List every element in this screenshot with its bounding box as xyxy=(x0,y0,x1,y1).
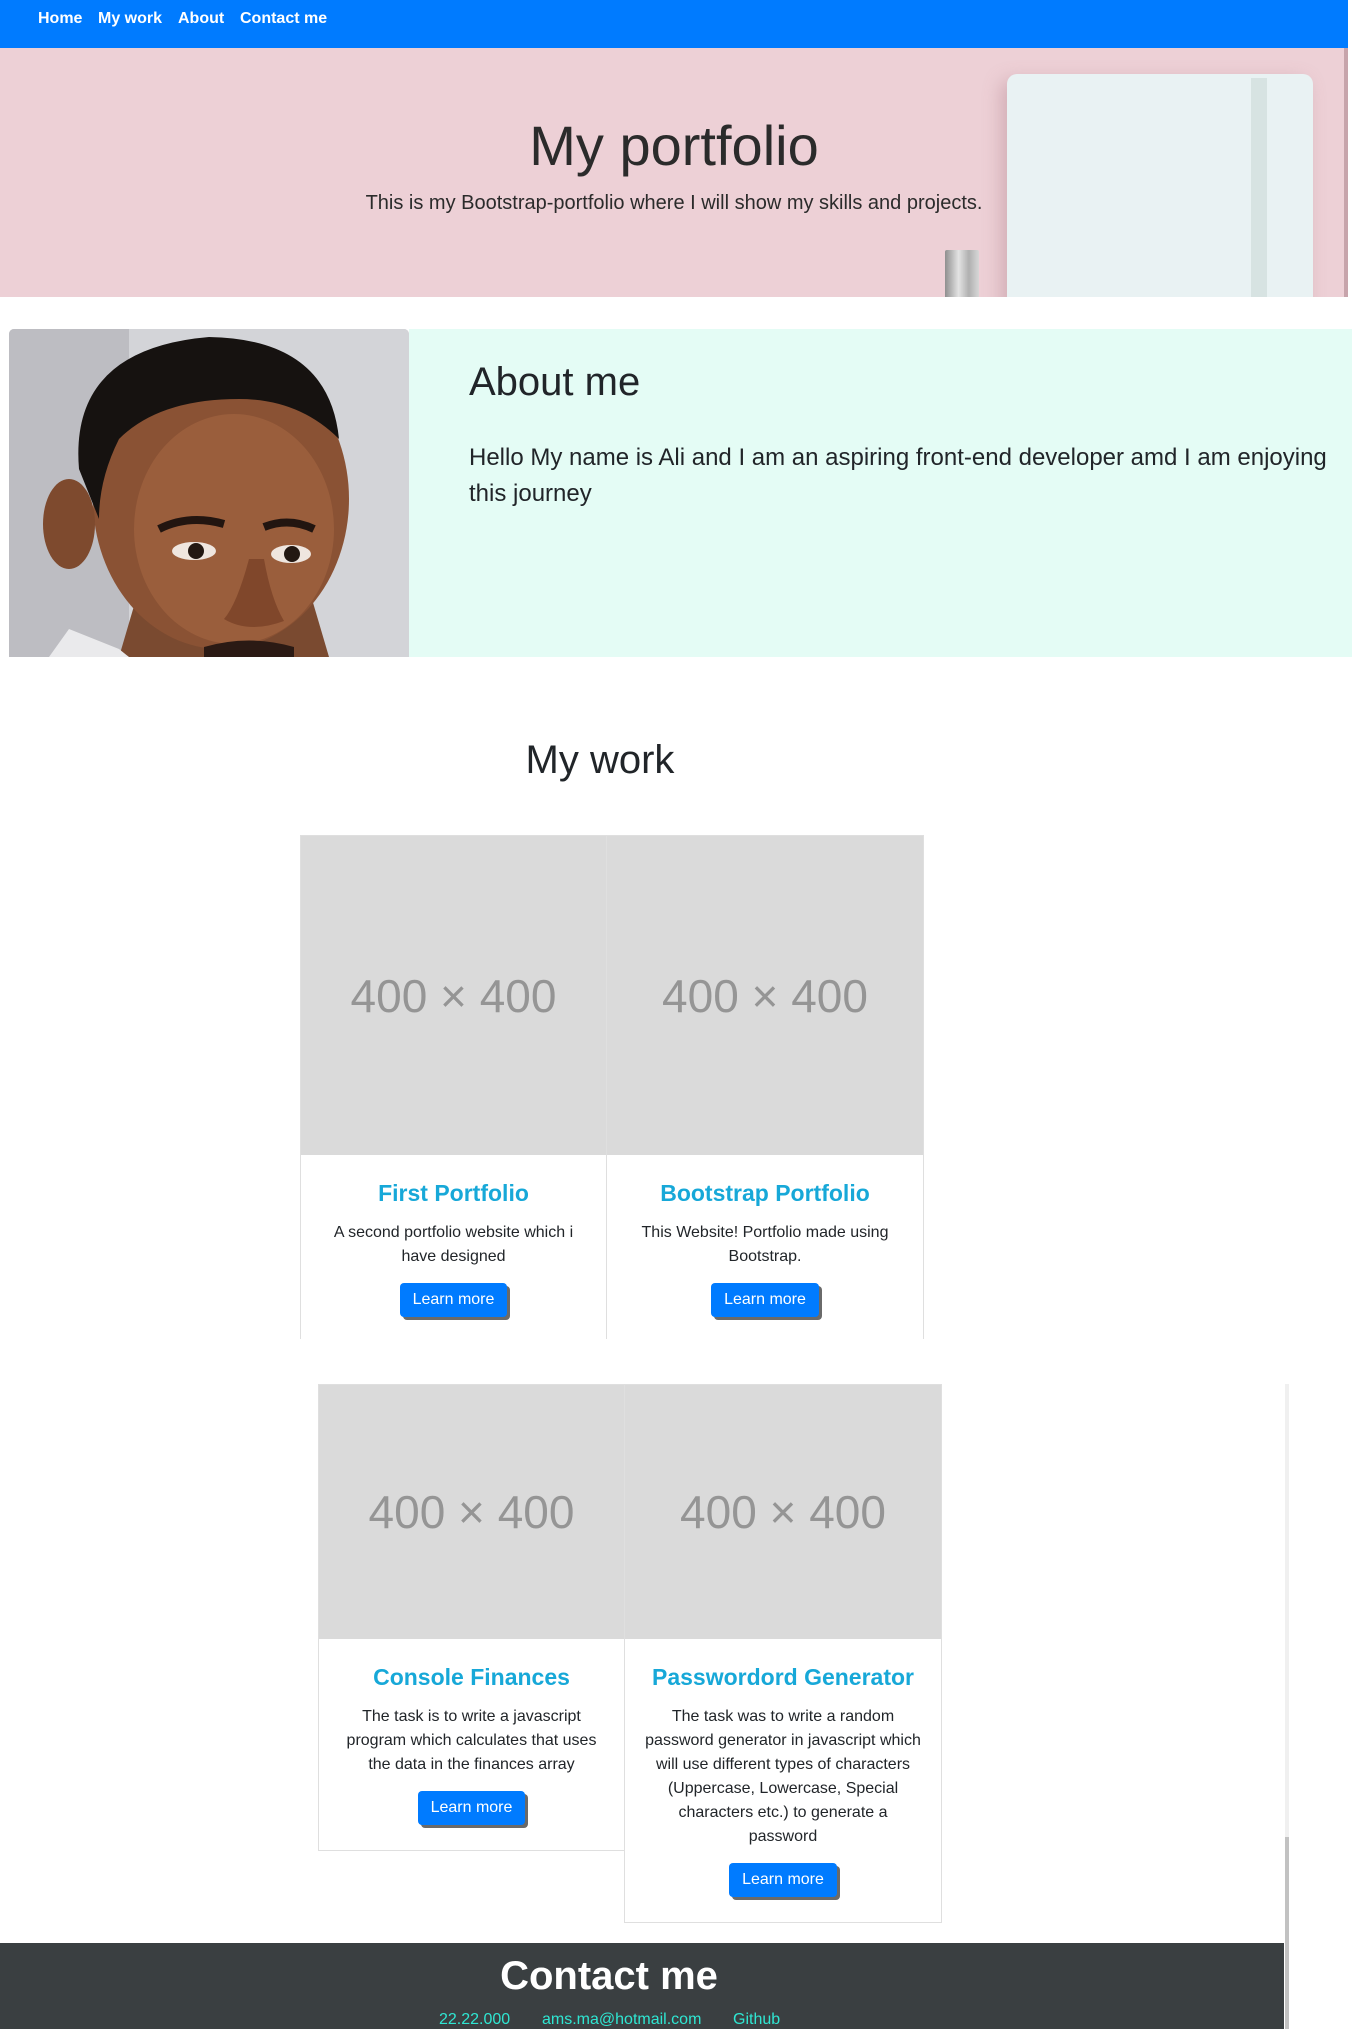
project-card: 400 × 400 Passwordord Generator The task… xyxy=(624,1384,942,1923)
learn-more-button[interactable]: Learn more xyxy=(417,1791,526,1825)
project-card: 400 × 400 Console Finances The task is t… xyxy=(318,1384,624,1851)
about-title: About me xyxy=(469,360,641,404)
card-image: 400 × 400 xyxy=(625,1385,941,1639)
nav-link-about[interactable]: About xyxy=(178,10,224,28)
footer-title: Contact me xyxy=(500,1954,718,1998)
hero-subtitle: This is my Bootstrap-portfolio where I w… xyxy=(365,192,983,214)
navbar: Home My work About Contact me xyxy=(0,0,1348,48)
card-title: Passwordord Generator xyxy=(651,1664,915,1690)
phone-link[interactable]: 22.22.000 xyxy=(439,2011,510,2029)
work-title: My work xyxy=(525,738,675,782)
learn-more-button[interactable]: Learn more xyxy=(711,1283,819,1317)
about-text: Hello My name is Ali and I am an aspirin… xyxy=(469,444,1327,507)
card-group: 400 × 400 First Portfolio A second portf… xyxy=(300,835,924,1339)
scrollbar-thumb[interactable] xyxy=(1285,1837,1289,2029)
notebook-band xyxy=(1251,78,1267,297)
learn-more-button[interactable]: Learn more xyxy=(729,1863,837,1897)
nav-link-contact[interactable]: Contact me xyxy=(240,10,327,28)
card-text: The task was to write a random password … xyxy=(645,1708,921,1845)
hero-banner: My portfolio This is my Bootstrap-portfo… xyxy=(0,48,1348,297)
card-title: Bootstrap Portfolio xyxy=(660,1180,870,1206)
pen-image xyxy=(945,250,979,297)
footer: Contact me 22.22.000 ams.ma@hotmail.com … xyxy=(0,1943,1284,2029)
card-image: 400 × 400 xyxy=(319,1385,624,1639)
github-link[interactable]: Github xyxy=(733,2011,780,2029)
card-title: First Portfolio xyxy=(378,1180,529,1206)
profile-photo xyxy=(9,329,409,657)
project-card: 400 × 400 Bootstrap Portfolio This Websi… xyxy=(606,835,924,1339)
nav-link-home[interactable]: Home xyxy=(38,10,82,28)
hero-title: My portfolio xyxy=(529,114,819,177)
learn-more-button[interactable]: Learn more xyxy=(399,1283,508,1317)
project-card: 400 × 400 First Portfolio A second portf… xyxy=(300,835,606,1339)
nav-link-my-work[interactable]: My work xyxy=(98,10,162,28)
card-text: A second portfolio website which i have … xyxy=(333,1224,574,1265)
notebook-image xyxy=(1007,74,1313,297)
email-link[interactable]: ams.ma@hotmail.com xyxy=(542,2011,701,2029)
card-image: 400 × 400 xyxy=(607,836,923,1155)
card-text: The task is to write a javascript progra… xyxy=(346,1708,597,1773)
card-text: This Website! Portfolio made using Boots… xyxy=(641,1224,889,1265)
card-title: Console Finances xyxy=(373,1664,570,1690)
card-image: 400 × 400 xyxy=(301,836,606,1155)
card-group: 400 × 400 Console Finances The task is t… xyxy=(318,1384,942,1923)
